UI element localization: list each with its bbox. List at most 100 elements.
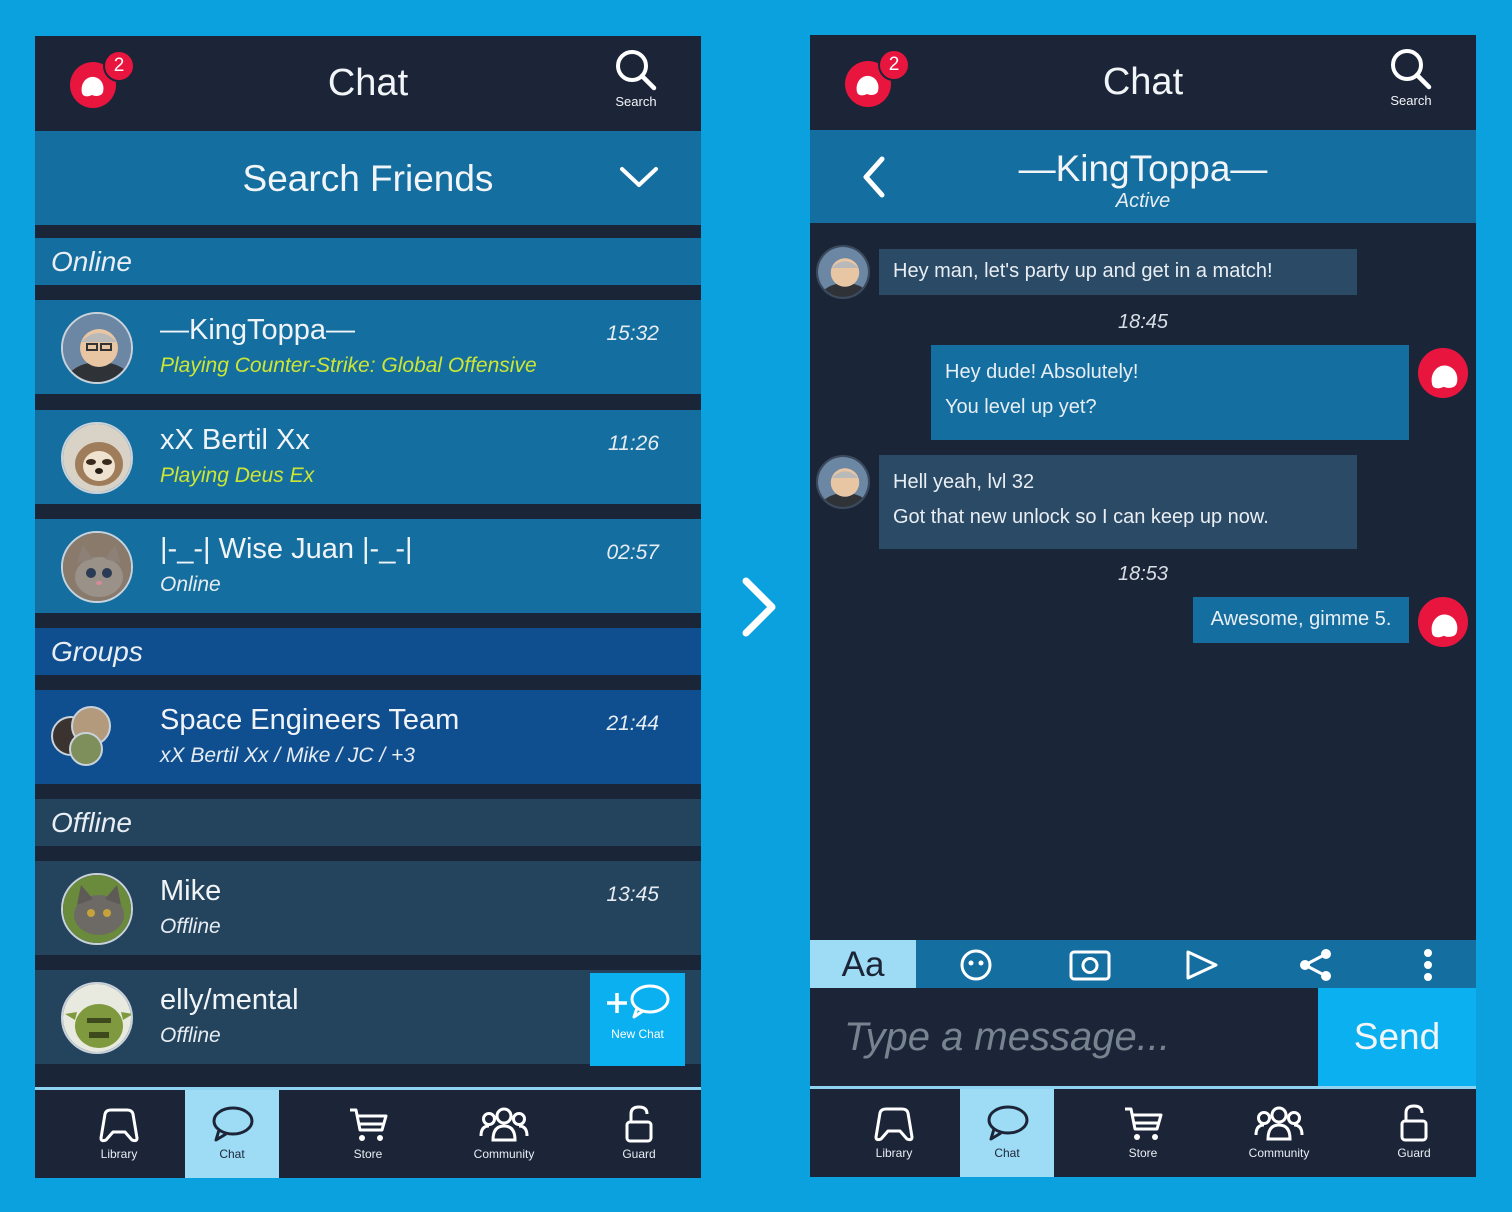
video-button[interactable] bbox=[1146, 940, 1258, 988]
conversation-screen: 2 Chat Search —KingToppa— Active Hey man… bbox=[810, 35, 1476, 1177]
app-logo-icon bbox=[1431, 365, 1458, 389]
message-timestamp: 18:45 bbox=[1117, 311, 1169, 333]
more-options-button[interactable] bbox=[1372, 940, 1476, 988]
nav-library-label: Library bbox=[875, 1146, 913, 1160]
composer-toolbar: Aa bbox=[810, 940, 1476, 988]
avatar bbox=[61, 982, 133, 1054]
search-friends-dropdown[interactable]: Search Friends bbox=[35, 131, 701, 225]
unlock-icon bbox=[1400, 1104, 1428, 1142]
contact-name: —KingToppa— bbox=[1018, 148, 1268, 189]
nav-store[interactable]: Store bbox=[1094, 1089, 1192, 1177]
search-button[interactable]: Search bbox=[599, 48, 673, 124]
contact-avatar bbox=[816, 245, 870, 299]
friend-status: Playing Counter-Strike: Global Offensive bbox=[160, 354, 537, 377]
section-header-groups: Groups bbox=[35, 628, 701, 675]
nav-library[interactable]: Library bbox=[832, 1089, 956, 1177]
nav-library[interactable]: Library bbox=[57, 1090, 181, 1178]
friend-name: Mike bbox=[160, 875, 222, 907]
message-bubble-outgoing: Awesome, gimme 5. bbox=[1193, 597, 1409, 643]
gamepad-icon bbox=[874, 1107, 914, 1142]
nav-guard[interactable]: Guard bbox=[605, 1090, 673, 1178]
friend-row[interactable]: xX Bertil Xx Playing Deus Ex 11:26 bbox=[35, 410, 701, 504]
last-message-time: 15:32 bbox=[606, 322, 659, 345]
avatar bbox=[61, 873, 133, 945]
friend-name: —KingToppa— bbox=[160, 314, 356, 346]
section-header-online: Online bbox=[35, 238, 701, 285]
nav-chat[interactable]: Chat bbox=[185, 1090, 279, 1178]
message-text: Hey dude! Absolutely! bbox=[945, 361, 1139, 383]
share-button[interactable] bbox=[1260, 940, 1372, 988]
message-input[interactable] bbox=[810, 988, 1318, 1086]
message-text: Awesome, gimme 5. bbox=[1210, 608, 1392, 630]
contact-status: Active bbox=[1115, 190, 1171, 212]
last-message-time: 21:44 bbox=[606, 712, 659, 735]
conversation-header: —KingToppa— Active bbox=[810, 130, 1476, 223]
friend-status: Offline bbox=[160, 1024, 221, 1047]
message-bubble-outgoing: Hey dude! Absolutely! You level up yet? bbox=[931, 345, 1409, 440]
nav-store-label: Store bbox=[353, 1147, 383, 1161]
message-text: Hell yeah, lvl 32 bbox=[893, 471, 1035, 493]
search-button[interactable]: Search bbox=[1374, 47, 1448, 123]
chat-bubble-icon bbox=[987, 1105, 1029, 1141]
group-row[interactable]: Space Engineers Team xX Bertil Xx / Mike… bbox=[35, 690, 701, 784]
emoji-button[interactable] bbox=[920, 940, 1032, 988]
community-icon bbox=[1254, 1106, 1304, 1141]
avatar bbox=[61, 531, 133, 603]
community-icon bbox=[479, 1107, 529, 1142]
cart-icon bbox=[1125, 1107, 1163, 1140]
emoji-icon bbox=[960, 949, 992, 981]
app-header: 2 Chat Search bbox=[35, 36, 701, 131]
cart-icon bbox=[350, 1108, 388, 1141]
my-avatar bbox=[1416, 346, 1470, 400]
avatar bbox=[61, 422, 133, 494]
chevron-down-icon bbox=[620, 167, 658, 187]
last-message-time: 11:26 bbox=[608, 432, 659, 455]
nav-chat-label: Chat bbox=[219, 1147, 245, 1161]
nav-community[interactable]: Community bbox=[1228, 1089, 1330, 1177]
chat-bubble-icon bbox=[212, 1106, 254, 1142]
nav-chat[interactable]: Chat bbox=[960, 1089, 1054, 1177]
send-button[interactable]: Send bbox=[1318, 988, 1476, 1086]
message-text: You level up yet? bbox=[945, 396, 1097, 418]
bottom-nav: Library Chat Store Community Guard bbox=[35, 1087, 701, 1178]
nav-community-label: Community bbox=[473, 1147, 535, 1161]
friend-name: elly/mental bbox=[160, 984, 299, 1016]
friend-row[interactable]: —KingToppa— Playing Counter-Strike: Glob… bbox=[35, 300, 701, 394]
nav-guard-label: Guard bbox=[622, 1147, 656, 1161]
camera-icon bbox=[1069, 950, 1111, 981]
bottom-nav: Library Chat Store Community Guard bbox=[810, 1086, 1476, 1177]
friend-row[interactable]: |-_-| Wise Juan |-_-| Online 02:57 bbox=[35, 519, 701, 613]
nav-community-label: Community bbox=[1248, 1146, 1310, 1160]
new-chat-label: New Chat bbox=[611, 1027, 664, 1041]
photo-button[interactable] bbox=[1034, 940, 1146, 988]
message-timestamp: 18:53 bbox=[1117, 563, 1169, 585]
gamepad-icon bbox=[99, 1108, 139, 1143]
friend-status: Playing Deus Ex bbox=[160, 464, 315, 487]
nav-guard[interactable]: Guard bbox=[1380, 1089, 1448, 1177]
search-friends-label: Search Friends bbox=[242, 158, 494, 199]
group-avatar bbox=[51, 706, 111, 766]
last-message-time: 13:45 bbox=[606, 883, 659, 906]
unlock-icon bbox=[625, 1105, 653, 1143]
nav-community[interactable]: Community bbox=[453, 1090, 555, 1178]
nav-library-label: Library bbox=[100, 1147, 138, 1161]
message-text: Hey man, let's party up and get in a mat… bbox=[893, 260, 1273, 282]
friend-name: xX Bertil Xx bbox=[160, 424, 310, 456]
search-label: Search bbox=[615, 94, 657, 109]
friends-list-screen: 2 Chat Search Search Friends Online —Kin… bbox=[35, 36, 701, 1178]
search-label: Search bbox=[1390, 93, 1432, 108]
text-format-button[interactable]: Aa bbox=[810, 940, 916, 988]
new-chat-button[interactable]: New Chat bbox=[590, 973, 685, 1066]
avatar bbox=[61, 312, 133, 384]
nav-guard-label: Guard bbox=[1397, 1146, 1431, 1160]
chevron-right-icon bbox=[742, 577, 776, 637]
search-icon bbox=[616, 50, 657, 91]
nav-store-label: Store bbox=[1128, 1146, 1158, 1160]
app-logo-icon bbox=[1431, 614, 1458, 638]
friend-row[interactable]: Mike Offline 13:45 bbox=[35, 861, 701, 955]
nav-store[interactable]: Store bbox=[319, 1090, 417, 1178]
friend-status: Offline bbox=[160, 915, 221, 938]
play-icon bbox=[1186, 950, 1218, 980]
app-header: 2 Chat Search bbox=[810, 35, 1476, 130]
last-message-time: 02:57 bbox=[606, 541, 659, 564]
